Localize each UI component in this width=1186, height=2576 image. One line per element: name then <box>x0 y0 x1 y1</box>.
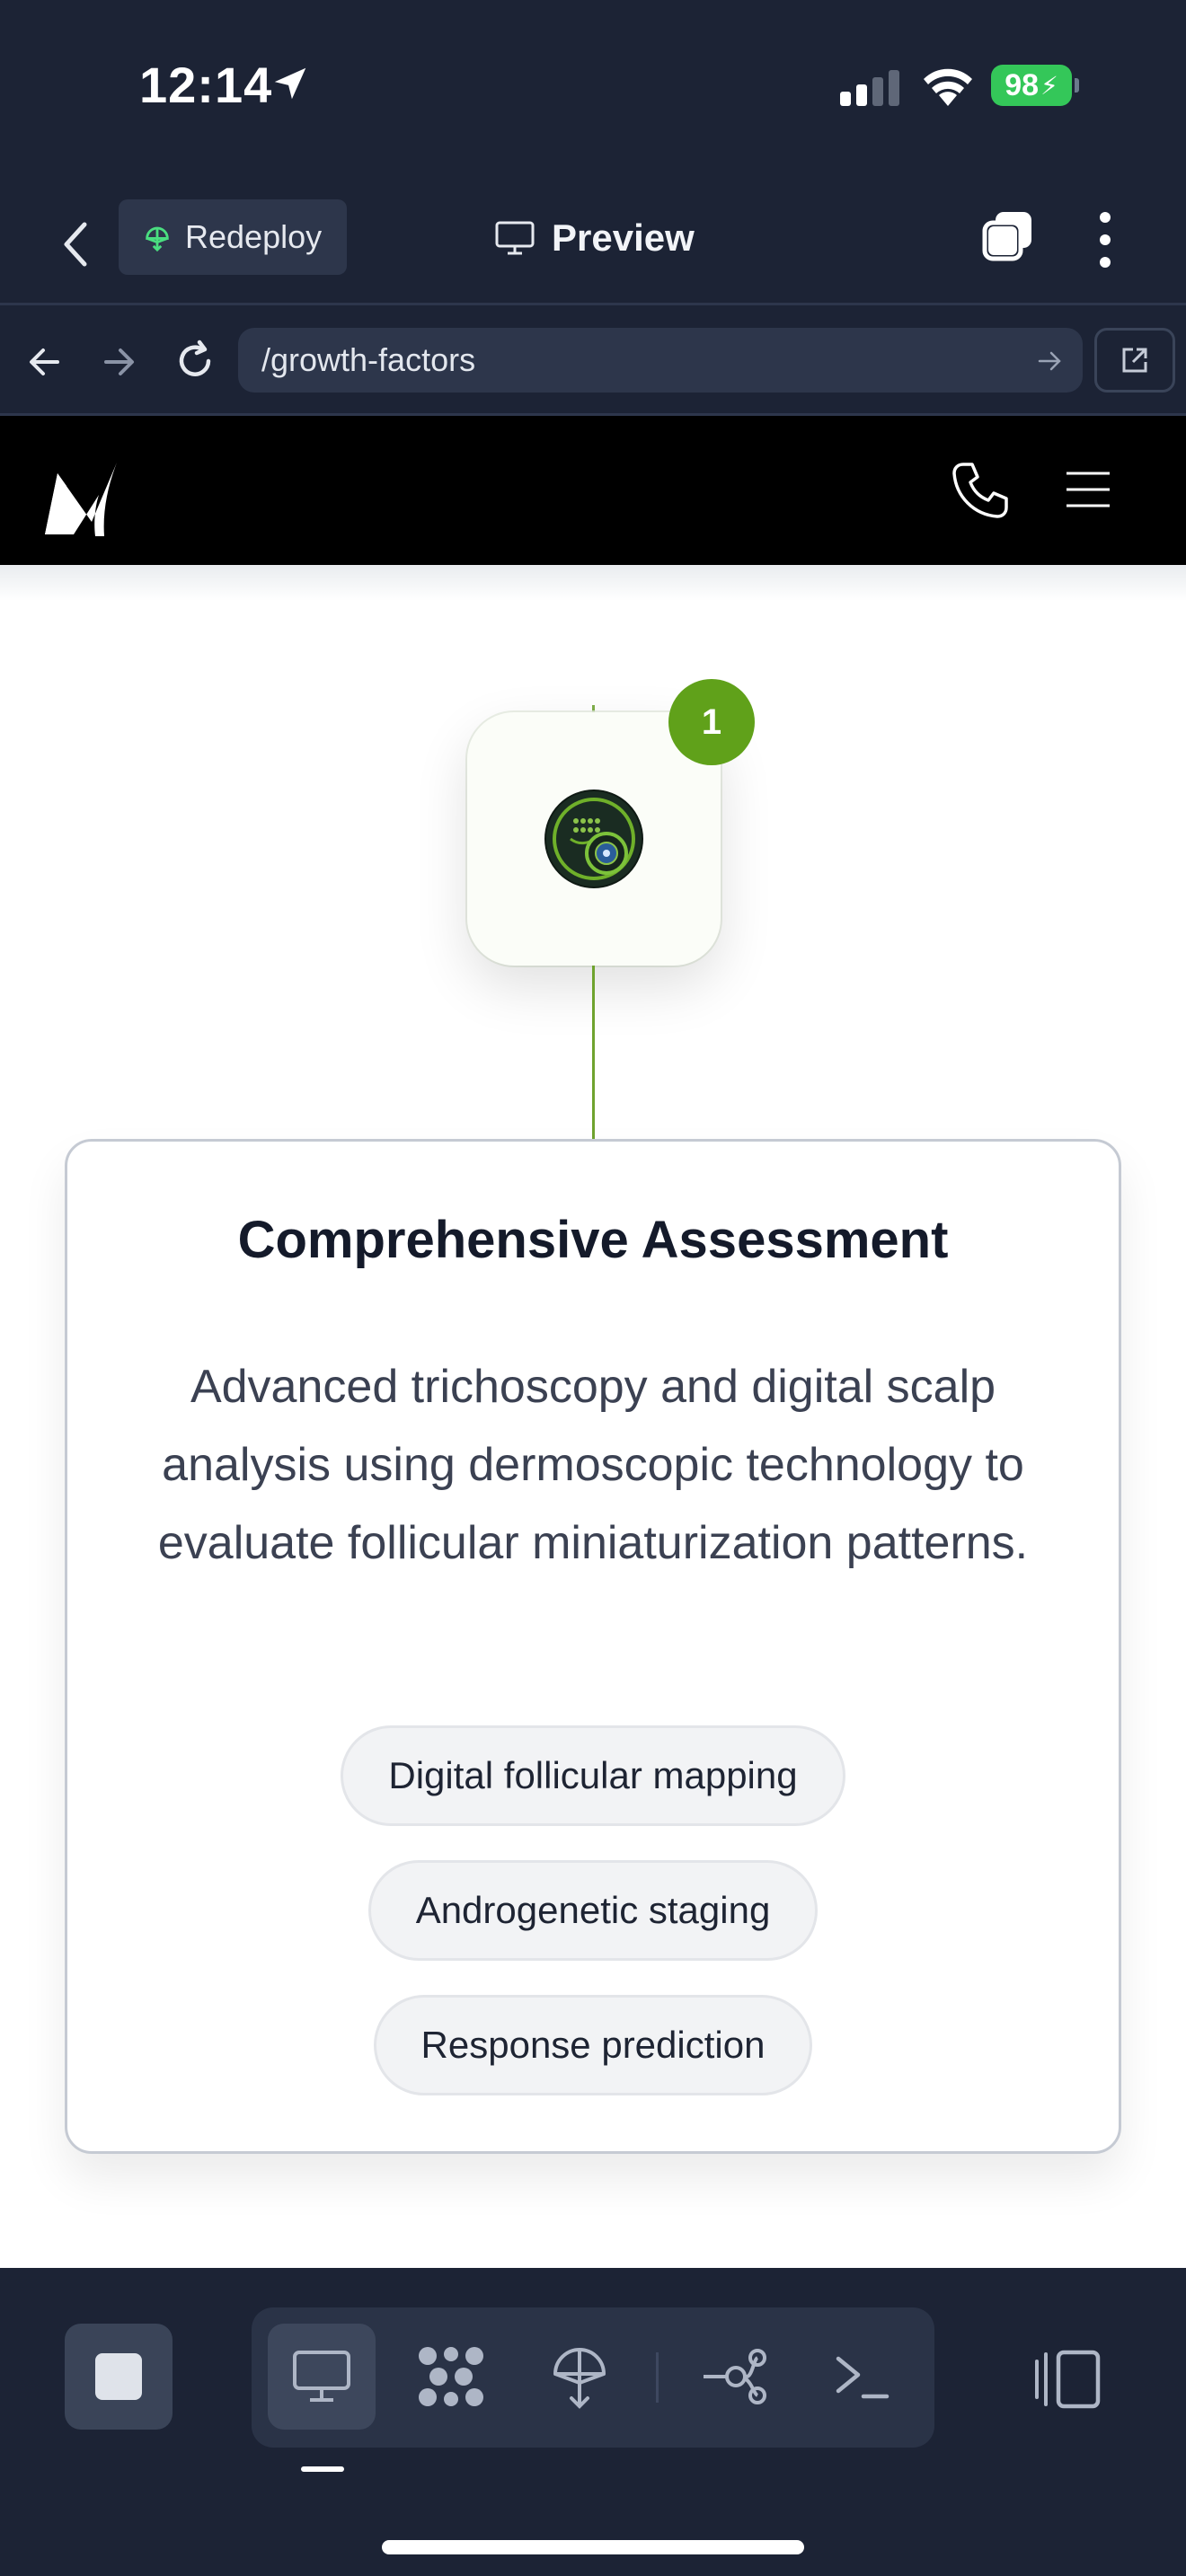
battery-level: 98 <box>1005 67 1040 102</box>
desktop-icon <box>293 2351 350 2402</box>
charging-bolt-icon: ⚡ <box>1040 71 1058 100</box>
go-arrow-icon[interactable] <box>1036 348 1063 375</box>
status-bar: 12:14 98 ⚡ <box>0 0 1186 171</box>
step-description: Advanced trichoscopy and digital scalp a… <box>157 1361 1029 1569</box>
brand-logo-icon[interactable] <box>40 459 129 540</box>
tag-list: Digital follicular mapping Androgenetic … <box>67 1725 1119 2130</box>
tool-terminal[interactable] <box>809 2324 916 2430</box>
site-header <box>0 416 1186 565</box>
bottom-toolbar <box>0 2268 1186 2576</box>
browser-bar <box>0 308 1186 416</box>
tool-group <box>252 2307 934 2448</box>
url-input[interactable] <box>261 341 962 379</box>
hamburger-menu-icon[interactable] <box>1065 470 1111 509</box>
open-external-button[interactable] <box>1094 328 1175 393</box>
stop-icon <box>95 2353 142 2400</box>
website-viewport: 1 Comprehensive Assessment Advanced tric… <box>0 416 1186 2268</box>
tool-git[interactable] <box>680 2324 788 2430</box>
deploy-icon <box>146 226 169 252</box>
terminal-icon <box>836 2356 890 2399</box>
tool-deploy[interactable] <box>526 2324 633 2430</box>
trichoscope-icon <box>544 790 643 888</box>
step-card: Comprehensive Assessment Advanced tricho… <box>65 1139 1121 2154</box>
wifi-icon <box>924 68 972 106</box>
redeploy-button[interactable]: Redeploy <box>119 199 347 275</box>
url-field[interactable] <box>238 328 1083 393</box>
active-tool-indicator <box>301 2466 344 2472</box>
preview-label: Preview <box>552 216 695 259</box>
apps-icon <box>419 2347 483 2406</box>
tag-chip: Digital follicular mapping <box>341 1725 845 1826</box>
app-toolbar: Redeploy Preview <box>0 171 1186 305</box>
monitor-icon <box>495 221 535 255</box>
arrow-right-icon[interactable] <box>99 342 138 382</box>
redeploy-label: Redeploy <box>185 218 323 255</box>
tool-apps[interactable] <box>397 2324 505 2430</box>
git-branch-icon <box>704 2349 766 2404</box>
cellular-signal-icon <box>840 70 899 106</box>
split-layout-icon[interactable] <box>1031 2347 1102 2412</box>
tag-chip: Androgenetic staging <box>367 1860 819 1961</box>
deploy-icon <box>553 2348 606 2409</box>
header-shadow <box>0 565 1186 601</box>
tabs-icon[interactable] <box>979 208 1037 266</box>
tool-divider <box>656 2352 659 2403</box>
phone-icon[interactable] <box>951 461 1008 520</box>
tag-chip: Response prediction <box>373 1995 813 2095</box>
step-connector-line <box>592 966 595 1142</box>
step-title: Comprehensive Assessment <box>237 1211 949 1269</box>
home-indicator[interactable] <box>382 2540 804 2554</box>
external-link-icon <box>1122 348 1147 373</box>
stop-button[interactable] <box>65 2324 173 2430</box>
step-number-badge: 1 <box>668 679 755 765</box>
tool-desktop[interactable] <box>268 2324 376 2430</box>
status-time: 12:14 <box>139 57 273 113</box>
location-arrow-icon <box>274 67 306 100</box>
more-vertical-icon[interactable] <box>1092 208 1119 271</box>
arrow-left-icon[interactable] <box>25 342 65 382</box>
reload-icon[interactable] <box>173 339 217 384</box>
battery-indicator: 98 ⚡ <box>991 65 1079 106</box>
chevron-left-icon[interactable] <box>54 217 99 271</box>
preview-title: Preview <box>494 207 695 269</box>
